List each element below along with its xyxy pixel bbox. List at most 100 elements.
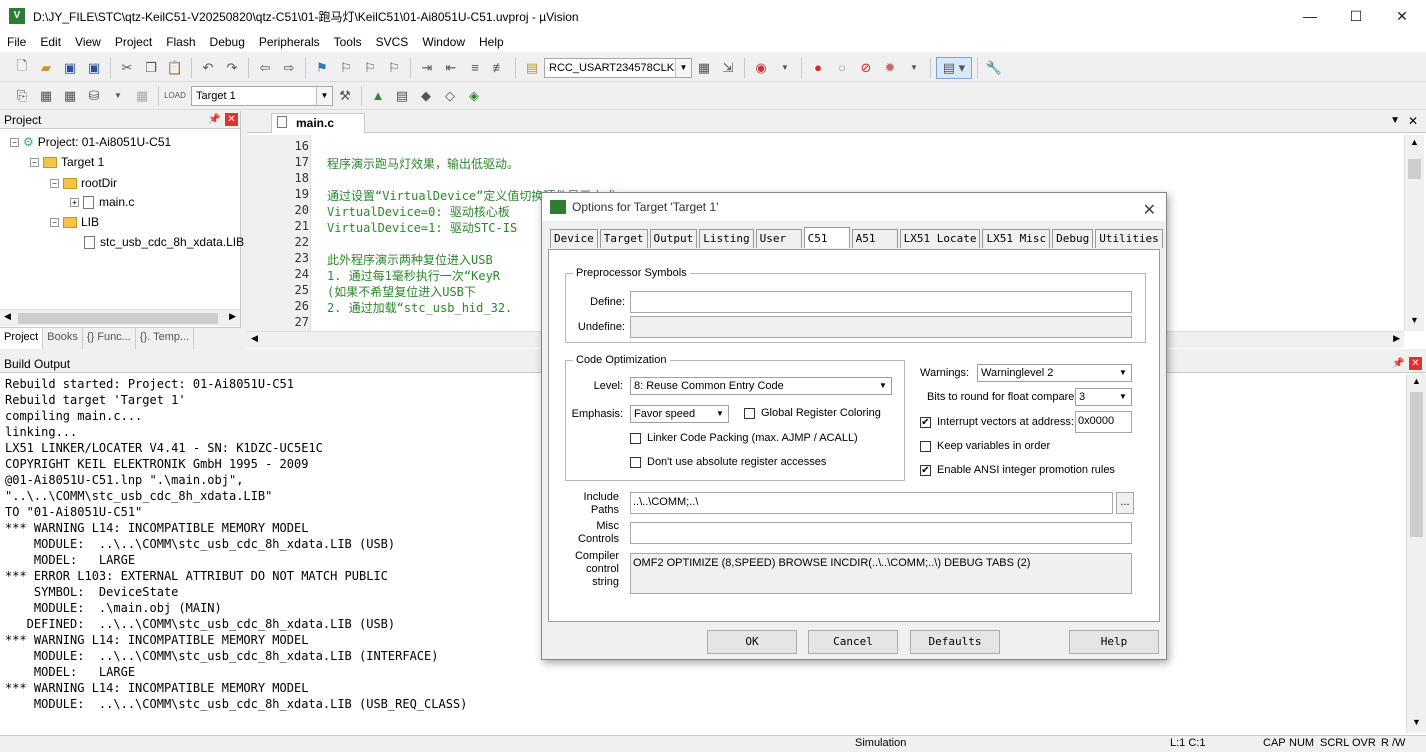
copy-icon[interactable]: ❐ [140, 57, 162, 79]
checkbox-box[interactable]: ✔ [920, 416, 931, 428]
scroll-up-icon[interactable]: ▲ [1410, 137, 1419, 147]
menu-svcs[interactable]: SVCS [369, 32, 416, 52]
menu-peripherals[interactable]: Peripherals [252, 32, 327, 52]
menu-help[interactable]: Help [472, 32, 511, 52]
code-line[interactable]: (如果不希望复位进入USB下 [327, 283, 476, 300]
tab-output[interactable]: Output [649, 229, 698, 248]
keep-variables-checkbox[interactable]: Keep variables in order [920, 440, 1050, 452]
tree-file-main[interactable]: + main.c [70, 195, 134, 209]
interrupt-address-input[interactable]: 0x0000 [1075, 411, 1132, 433]
code-line[interactable]: 2. 通过加载“stc_usb_hid_32. [327, 299, 512, 316]
code-line[interactable]: 1. 通过每1毫秒执行一次“KeyR [327, 267, 500, 284]
find-in-files-icon[interactable]: ▤ [521, 57, 543, 79]
code-line[interactable]: VirtualDevice=1: 驱动STC-IS [327, 219, 517, 236]
code-line[interactable]: 程序演示跑马灯效果，输出低驱动。 [327, 155, 519, 172]
tab-debug[interactable]: Debug [1052, 229, 1094, 248]
code-line[interactable]: 此外程序演示两种复位进入USB [327, 251, 493, 268]
breakpoint-enable-icon[interactable]: ○ [831, 57, 853, 79]
cancel-button[interactable]: Cancel [808, 630, 898, 654]
batch-build-icon[interactable]: ⛁ [83, 85, 105, 107]
help-button[interactable]: Help [1069, 630, 1159, 654]
tab-project[interactable]: Project [0, 328, 44, 349]
menu-file[interactable]: File [0, 32, 33, 52]
breakpoint-kill-icon[interactable]: ✹ [879, 57, 901, 79]
close-panel-icon[interactable]: ✕ [1409, 357, 1422, 370]
tree-project[interactable]: − ⚙ Project: 01-Ai8051U-C51 [10, 135, 171, 149]
tab-templates[interactable]: {}. Temp... [136, 328, 195, 349]
close-window-button[interactable]: ✕ [1379, 0, 1425, 32]
code-line[interactable]: VirtualDevice=0: 驱动核心板 [327, 203, 510, 220]
indent-icon[interactable]: ⇥ [416, 57, 438, 79]
emphasis-select[interactable]: Favor speed ▼ [630, 405, 729, 423]
float-compare-select[interactable]: 3 ▼ [1075, 388, 1132, 406]
next-bookmark-icon[interactable]: ⚐ [359, 57, 381, 79]
menu-flash[interactable]: Flash [159, 32, 202, 52]
tab-user[interactable]: User [755, 229, 802, 248]
checkbox-box[interactable] [630, 432, 641, 444]
scroll-down-icon[interactable]: ▼ [1412, 717, 1421, 727]
prev-bookmark-icon[interactable]: ⚐ [335, 57, 357, 79]
close-tab-icon[interactable]: ✕ [1408, 114, 1418, 128]
checkbox-box[interactable]: ✔ [920, 464, 931, 476]
menu-window[interactable]: Window [415, 32, 472, 52]
level-select[interactable]: 8: Reuse Common Entry Code ▼ [630, 377, 892, 395]
ansi-promotion-checkbox[interactable]: ✔ Enable ANSI integer promotion rules [920, 464, 1115, 476]
tab-functions[interactable]: {} Func... [83, 328, 136, 349]
pin-icon[interactable]: 📌 [1392, 358, 1404, 369]
batch-dropdown-icon[interactable]: ▼ [107, 85, 129, 107]
select-packs-icon[interactable]: ◆ [415, 85, 437, 107]
checkbox-box[interactable] [630, 456, 641, 468]
chevron-down-icon[interactable]: ▼ [712, 406, 728, 422]
checkbox-box[interactable] [744, 407, 755, 419]
tab-list-dropdown-icon[interactable]: ▼ [1390, 115, 1400, 126]
pack-installer-icon[interactable]: ◈ [463, 85, 485, 107]
comment-icon[interactable]: ≡ [464, 57, 486, 79]
scroll-up-icon[interactable]: ▲ [1412, 376, 1421, 386]
menu-debug[interactable]: Debug [203, 32, 252, 52]
find-combo[interactable]: RCC_USART234578CLKSC ▼ [544, 57, 692, 78]
include-browse-button[interactable]: ... [1116, 492, 1134, 514]
chevron-down-icon[interactable]: ▼ [316, 86, 332, 105]
build-icon[interactable]: ▦ [35, 85, 57, 107]
redo-icon[interactable]: ↷ [221, 57, 243, 79]
chevron-down-icon[interactable]: ▼ [1115, 365, 1131, 381]
menu-tools[interactable]: Tools [327, 32, 369, 52]
tab-listing[interactable]: Listing [699, 229, 754, 248]
debug-session-icon[interactable]: ◉ [750, 57, 772, 79]
linker-code-packing-checkbox[interactable]: Linker Code Packing (max. AJMP / ACALL) [630, 432, 858, 444]
tree-file-lib[interactable]: stc_usb_cdc_8h_xdata.LIB [84, 235, 244, 249]
global-register-coloring-checkbox[interactable]: Global Register Coloring [744, 407, 881, 419]
minimize-button[interactable]: — [1287, 0, 1333, 32]
clear-bookmarks-icon[interactable]: ⚐ [383, 57, 405, 79]
target-options-icon[interactable]: ⚒ [334, 85, 356, 107]
rebuild-icon[interactable]: ▦ [59, 85, 81, 107]
define-input[interactable] [630, 291, 1132, 313]
tab-lx51-locate[interactable]: LX51 Locate [899, 229, 981, 248]
scroll-left-icon[interactable]: ◀ [4, 311, 11, 322]
undo-icon[interactable]: ↶ [197, 57, 219, 79]
translate-icon[interactable]: ⎘ [11, 85, 33, 107]
tree-group-rootdir[interactable]: − rootDir [50, 176, 117, 190]
save-icon[interactable]: ▣ [59, 57, 81, 79]
configure-icon[interactable]: 🔧 [983, 57, 1005, 79]
tab-utilities[interactable]: Utilities [1095, 229, 1163, 248]
paste-icon[interactable]: 📋 [164, 57, 186, 79]
checkbox-box[interactable] [920, 440, 931, 452]
ok-button[interactable]: OK [707, 630, 797, 654]
scroll-left-icon[interactable]: ◀ [251, 333, 258, 344]
unindent-icon[interactable]: ⇤ [440, 57, 462, 79]
tab-lx51-misc[interactable]: LX51 Misc [982, 229, 1051, 248]
incremental-find-icon[interactable]: ⇲ [717, 57, 739, 79]
build-vscrollbar[interactable]: ▲ ▼ [1406, 374, 1426, 733]
nav-back-icon[interactable]: ⇦ [254, 57, 276, 79]
include-paths-input[interactable]: ..\..\COMM;..\ [630, 492, 1113, 514]
nav-forward-icon[interactable]: ⇨ [278, 57, 300, 79]
tab-books[interactable]: Books [43, 328, 83, 349]
tab-device[interactable]: Device [550, 229, 598, 248]
build-output-text[interactable]: Rebuild started: Project: 01-Ai8051U-C51… [5, 376, 467, 712]
editor-vscrollbar[interactable]: ▲ ▼ [1404, 135, 1424, 331]
save-all-icon[interactable]: ▣ [83, 57, 105, 79]
breakpoint-insert-icon[interactable]: ● [807, 57, 829, 79]
scroll-right-icon[interactable]: ▶ [1393, 333, 1400, 344]
find-icon[interactable]: ▦ [693, 57, 715, 79]
